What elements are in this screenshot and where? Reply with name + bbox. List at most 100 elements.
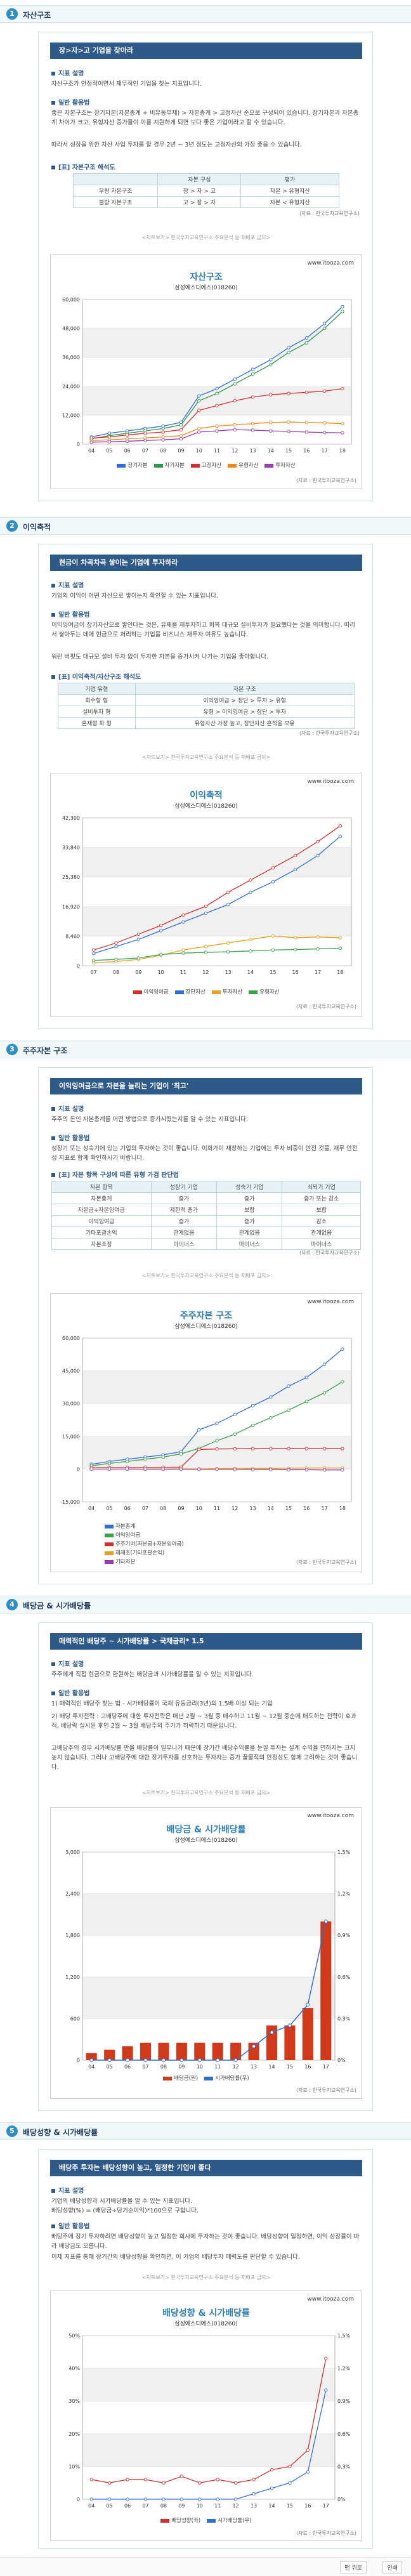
data-point	[233, 423, 237, 427]
sub-heading: 지표 설명	[51, 1103, 84, 1113]
x-tick-label: 15	[285, 1506, 292, 1511]
y-tick-label: 10%	[68, 2464, 80, 2469]
data-point	[304, 1376, 308, 1379]
data-point	[341, 1468, 344, 1472]
sub-heading: 일반 활용법	[51, 1688, 89, 1697]
legend-swatch	[105, 1542, 114, 1546]
x-tick-label: 17	[322, 1506, 328, 1511]
site-label: www.itooza.com	[307, 260, 354, 266]
table-title: [표] 자본구조 해석도	[51, 162, 115, 171]
chart-svg: 0 600 1,200 1,800 2,400 3,000 0% 0.3% 0.6% 0.9% 1.…	[65, 1850, 351, 2070]
bar	[140, 2042, 152, 2060]
usage-text: 이제 지표를 통해 장기간의 배당성향을 확인하면, 이 기업의 배당투자 매력…	[51, 2254, 300, 2261]
legend-swatch	[190, 463, 200, 468]
indicator-card: 배당주 투자는 배당성향이 높고, 일정한 기업이 좋다 지표 설명 기업의 배…	[38, 2149, 373, 2549]
legend-label: 이익잉여금	[143, 989, 169, 996]
data-point	[322, 1362, 327, 1366]
chart-legend: 배당금(원) 시가배당률(우)	[51, 2074, 362, 2082]
site-label: www.itooza.com	[307, 1813, 354, 1819]
table-row: 회수형 형 이익잉여금 > 장단 > 투자 > 유형	[58, 694, 355, 706]
data-point	[143, 2478, 148, 2481]
x-tick-label: 06	[124, 2064, 131, 2070]
y2-tick-label: 0.3%	[337, 2464, 351, 2469]
data-point	[341, 422, 344, 426]
chart-title: 배당금 & 시가배당률	[166, 1825, 246, 1835]
data-point	[294, 853, 297, 858]
data-point	[181, 948, 185, 952]
data-point	[216, 2497, 219, 2501]
x-tick-label: 13	[251, 2503, 257, 2509]
print-button[interactable]: 인쇄	[382, 2561, 402, 2573]
y2-tick-label: 0.9%	[337, 1933, 351, 1938]
data-point	[322, 389, 327, 393]
x-tick-label: 04	[88, 2064, 95, 2070]
grid-band	[82, 906, 351, 936]
table-source: (자료 : 한국투자교육연구소)	[299, 211, 360, 216]
data-point	[126, 1467, 129, 1471]
x-tick-label: 12	[232, 448, 238, 454]
data-point	[287, 391, 290, 395]
y-tick-label: 40%	[68, 2366, 80, 2372]
usage-text: 2) 배당 투자전략 : 고배당주에 대한 투자전략은 매년 2월 ~ 3월 중…	[51, 1713, 356, 1730]
banner: 장>자>고 기업을 찾아라	[50, 43, 362, 59]
y2-tick-label: 0.9%	[337, 2398, 351, 2404]
grid-band	[82, 1370, 351, 1404]
data-point	[89, 1467, 93, 1471]
data-point	[233, 1447, 237, 1451]
x-tick-label: 10	[196, 448, 202, 454]
data-point	[341, 310, 344, 313]
banner: 배당주 투자는 배당성향이 높고, 일정한 기업이 좋다	[50, 2160, 362, 2176]
table-row: 이익잉여금 증가 증가 감소	[51, 1215, 361, 1227]
data-point	[159, 929, 163, 933]
chart-subtitle: 삼성에스디에스(018260)	[174, 1837, 238, 1844]
x-tick-label: 15	[287, 2503, 293, 2509]
chart-source: (자료 : 한국투자교육연구소)	[296, 1004, 356, 1009]
section-number: 5	[6, 2126, 18, 2137]
bar	[176, 2042, 187, 2060]
section-title: 배당금 & 시가배당률	[23, 1601, 91, 1610]
data-point	[197, 426, 201, 430]
section-header: 2 이익축적	[0, 517, 411, 535]
y2-tick-label: 0.6%	[337, 2431, 351, 2437]
section-header: 4 배당금 & 시가배당률	[0, 1596, 411, 1613]
y-tick-label: 1,200	[65, 1975, 80, 1980]
x-tick-label: 11	[214, 2064, 221, 2070]
sub-heading: 지표 설명	[51, 68, 84, 77]
description: 주주에게 직접 현금으로 환원하는 배당금과 시가배당률을 알 수 있는 지표입…	[51, 1671, 254, 1678]
data-point	[197, 398, 201, 403]
data-point	[252, 2044, 256, 2049]
footer-toolbar: 맨 위로 인쇄	[0, 2557, 411, 2576]
data-point	[288, 2481, 292, 2485]
data-point	[304, 421, 308, 424]
x-tick-label: 09	[135, 969, 141, 975]
data-point	[215, 429, 219, 433]
usage-text: 배당주에 장기 투자하려면 배당성향이 높고 일정한 회사에 투자하는 것이 좋…	[51, 2233, 360, 2250]
x-tick-label: 15	[270, 969, 276, 975]
usage-text: 따라서 성장을 위한 자산 사업 투자를 할 경우 2년 ~ 3년 정도는 고정…	[51, 141, 302, 148]
usage-text: 1) 매력적인 배당주 찾는 법 - 시가배당률이 국채 유동금리(3년)의 1…	[51, 1700, 273, 1707]
x-tick-label: 11	[214, 1506, 220, 1511]
data-point	[249, 949, 252, 953]
data-point	[316, 839, 320, 844]
x-tick-label: 08	[160, 2064, 167, 2070]
back-to-top-button[interactable]: 맨 위로	[340, 2561, 367, 2573]
data-point	[226, 902, 230, 907]
data-point	[179, 2058, 184, 2062]
table-row: 기타포괄손익 관계없음 관계없음 관계없음	[51, 1226, 361, 1239]
data-point	[324, 2388, 328, 2392]
bar	[212, 2042, 223, 2060]
data-point	[294, 867, 297, 872]
y-tick-label: 45,000	[62, 1369, 80, 1374]
chart-source: (자료 : 한국투자교육연구소)	[296, 2530, 356, 2536]
x-tick-label: 18	[339, 448, 346, 454]
y-tick-label: 15,000	[62, 1434, 80, 1440]
x-tick-label: 10	[197, 2503, 203, 2509]
data-point	[341, 386, 344, 391]
data-point	[269, 362, 273, 367]
plot-frame	[82, 2335, 336, 2500]
legend-swatch	[133, 990, 142, 994]
x-tick-label: 05	[107, 2064, 113, 2070]
table-row: 자본금+자본잉여금 제한적 증가 보합 보합	[51, 1204, 361, 1216]
data-point	[316, 935, 320, 939]
data-point	[114, 957, 118, 961]
